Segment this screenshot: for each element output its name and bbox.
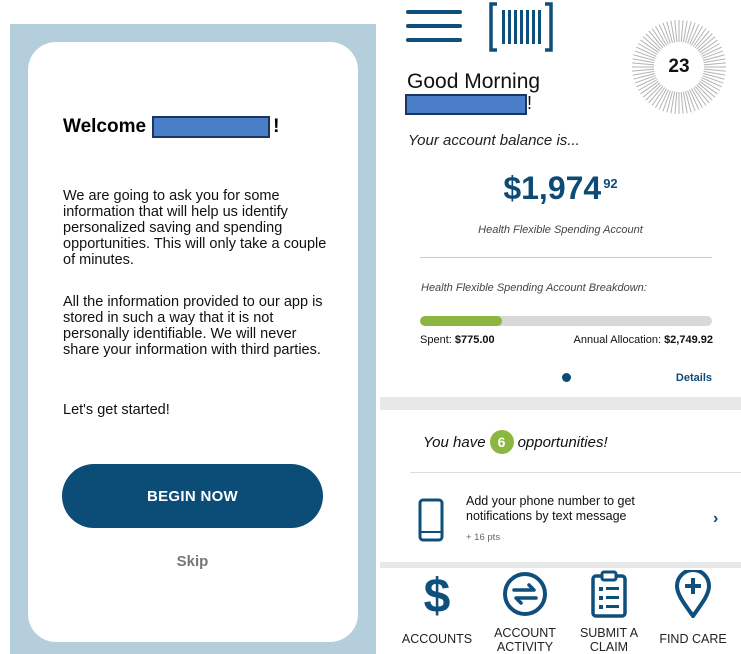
- breakdown-title: Health Flexible Spending Account Breakdo…: [421, 282, 647, 294]
- annual-label: Annual Allocation:: [573, 334, 661, 346]
- opportunities-count-badge: 6: [489, 430, 514, 454]
- chevron-right-icon[interactable]: ›: [713, 510, 718, 528]
- section-separator: [380, 397, 741, 410]
- spent-amount: Spent: $775.00: [420, 334, 495, 346]
- nav-accounts[interactable]: $ ACCOUNTS: [395, 566, 479, 654]
- welcome-punct: !: [273, 116, 280, 137]
- skip-link[interactable]: Skip: [62, 553, 323, 570]
- welcome-label: Welcome: [63, 116, 147, 137]
- balance-cents: 92: [603, 176, 618, 191]
- nav-account-activity[interactable]: ACCOUNT ACTIVITY: [483, 566, 567, 654]
- swap-arrows-icon: [503, 572, 547, 616]
- nav-label: ACCOUNT ACTIVITY: [494, 626, 556, 654]
- privacy-paragraph: All the information provided to our app …: [63, 294, 323, 358]
- intro-paragraph-1: We are going to ask you for some informa…: [63, 188, 327, 268]
- annual-value: $2,749.92: [664, 334, 713, 346]
- opportunity-points: + 16 pts: [466, 532, 501, 543]
- details-link[interactable]: Details: [676, 372, 712, 384]
- nav-find-care[interactable]: FIND CARE: [651, 566, 735, 654]
- menu-icon[interactable]: [406, 10, 462, 42]
- clipboard-icon: [591, 570, 627, 618]
- greeting-punct: !: [527, 93, 533, 113]
- divider: [420, 257, 712, 258]
- opportunities-suffix: opportunities!: [517, 433, 608, 451]
- score-ring[interactable]: 23: [630, 18, 728, 116]
- account-name: Health Flexible Spending Account: [478, 224, 643, 236]
- svg-text:$: $: [424, 570, 451, 618]
- spent-label: Spent:: [420, 334, 452, 346]
- spending-progress-fill: [420, 316, 503, 326]
- map-pin-plus-icon: [674, 570, 712, 618]
- opportunity-title: Add your phone number to get notificatio…: [466, 494, 635, 523]
- nav-submit-claim[interactable]: SUBMIT A CLAIM: [567, 566, 651, 654]
- nav-label: SUBMIT A CLAIM: [579, 626, 639, 654]
- opportunities-prefix: You have: [423, 433, 486, 451]
- begin-now-button[interactable]: BEGIN NOW: [62, 464, 323, 528]
- annual-allocation: Annual Allocation: $2,749.92: [574, 334, 713, 346]
- spending-progress-bar: [420, 316, 712, 326]
- score-value: 23: [668, 56, 690, 77]
- redacted-name: [405, 94, 527, 115]
- balance-dollars: $1,974: [503, 170, 602, 206]
- balance-label: Your account balance is...: [408, 132, 580, 149]
- opportunities-header: You have 6 opportunities!: [423, 430, 608, 454]
- account-balance: $1,974 92: [380, 170, 741, 207]
- phone-icon: [418, 498, 444, 542]
- carousel-page-indicator[interactable]: [562, 373, 571, 382]
- dollar-icon: $: [424, 570, 451, 618]
- spent-value: $775.00: [454, 334, 495, 346]
- welcome-heading: Welcome !: [63, 116, 279, 138]
- divider: [410, 472, 741, 473]
- redacted-username: [152, 116, 271, 138]
- barcode-scanner-icon[interactable]: [489, 2, 553, 52]
- bottom-nav: $ ACCOUNTS ACCOUNT ACTIVITY SUBMIT A CLA…: [395, 566, 741, 654]
- greeting: Good Morning: [407, 70, 541, 93]
- get-started-text: Let's get started!: [63, 402, 170, 418]
- nav-label: ACCOUNTS: [401, 632, 473, 646]
- nav-label: FIND CARE: [659, 632, 727, 646]
